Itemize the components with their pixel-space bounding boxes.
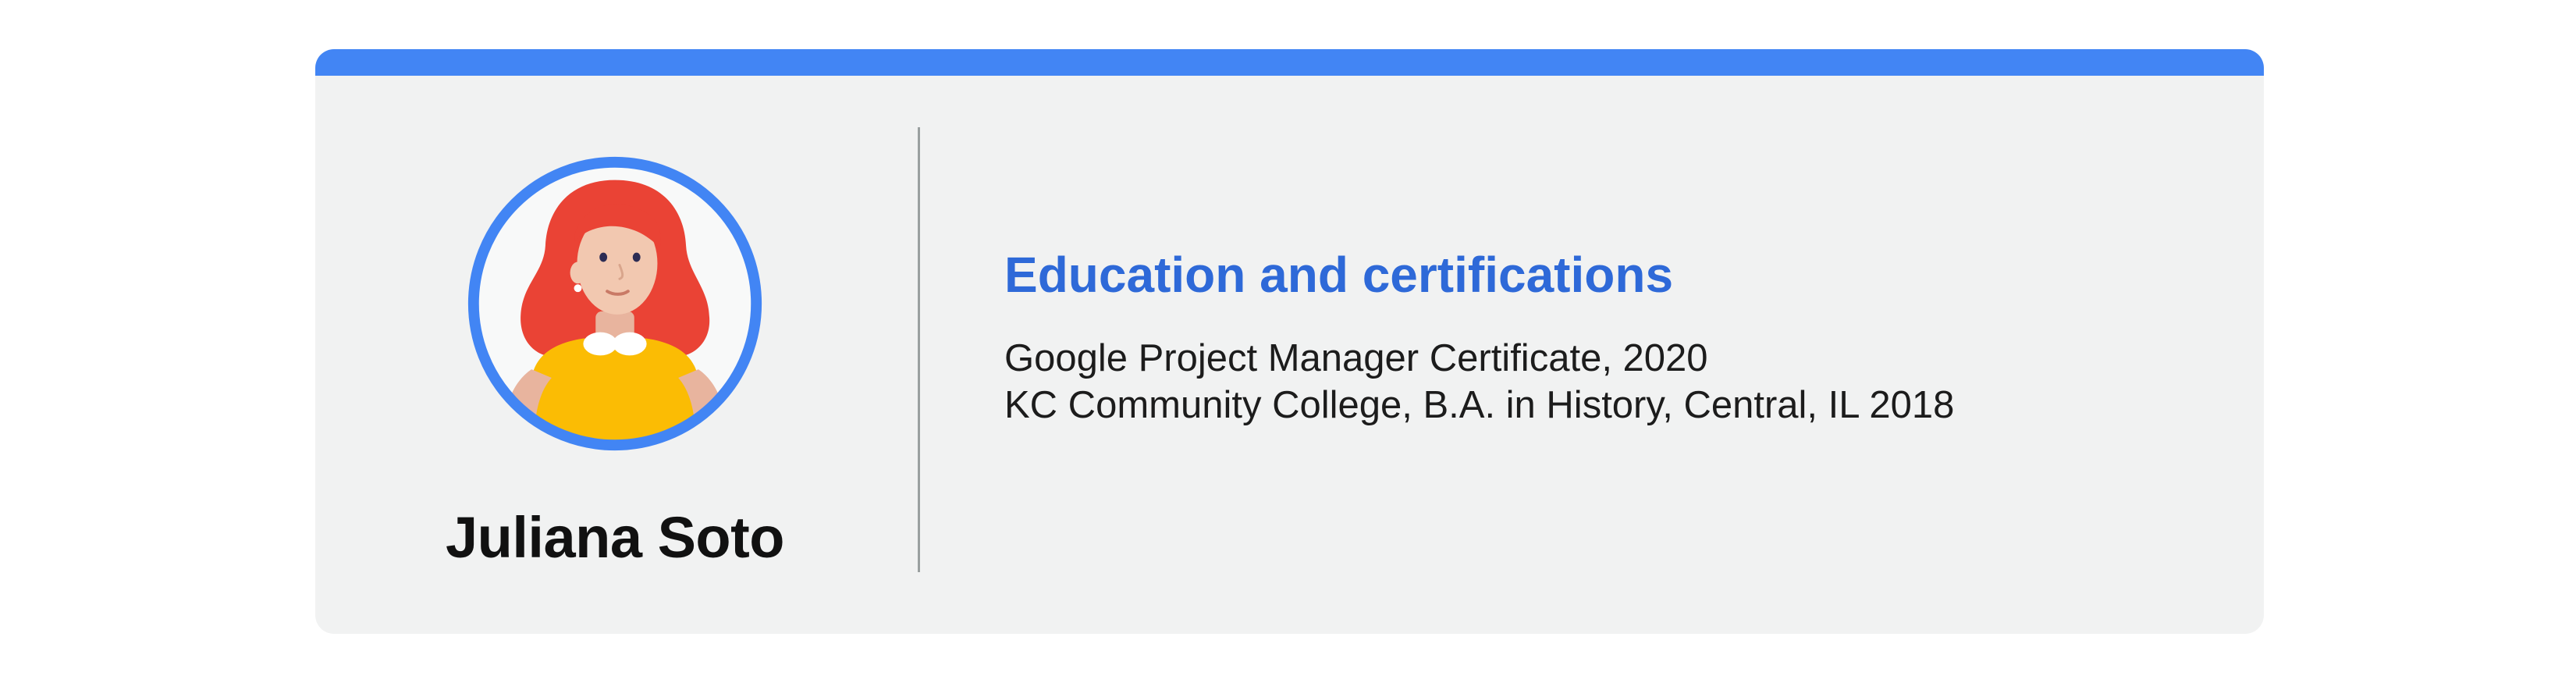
avatar xyxy=(460,149,769,458)
education-heading: Education and certifications xyxy=(1004,247,1674,303)
person-illustration-icon xyxy=(467,156,762,451)
education-entry: KC Community College, B.A. in History, C… xyxy=(1004,384,1955,426)
vertical-divider xyxy=(918,127,920,572)
card-accent-bar xyxy=(315,49,2264,76)
profile-card: Juliana Soto Education and certification… xyxy=(315,49,2264,634)
education-entry: Google Project Manager Certificate, 2020 xyxy=(1004,337,1708,379)
person-name: Juliana Soto xyxy=(446,505,784,570)
education-list: Google Project Manager Certificate, 2020… xyxy=(1004,335,1954,429)
